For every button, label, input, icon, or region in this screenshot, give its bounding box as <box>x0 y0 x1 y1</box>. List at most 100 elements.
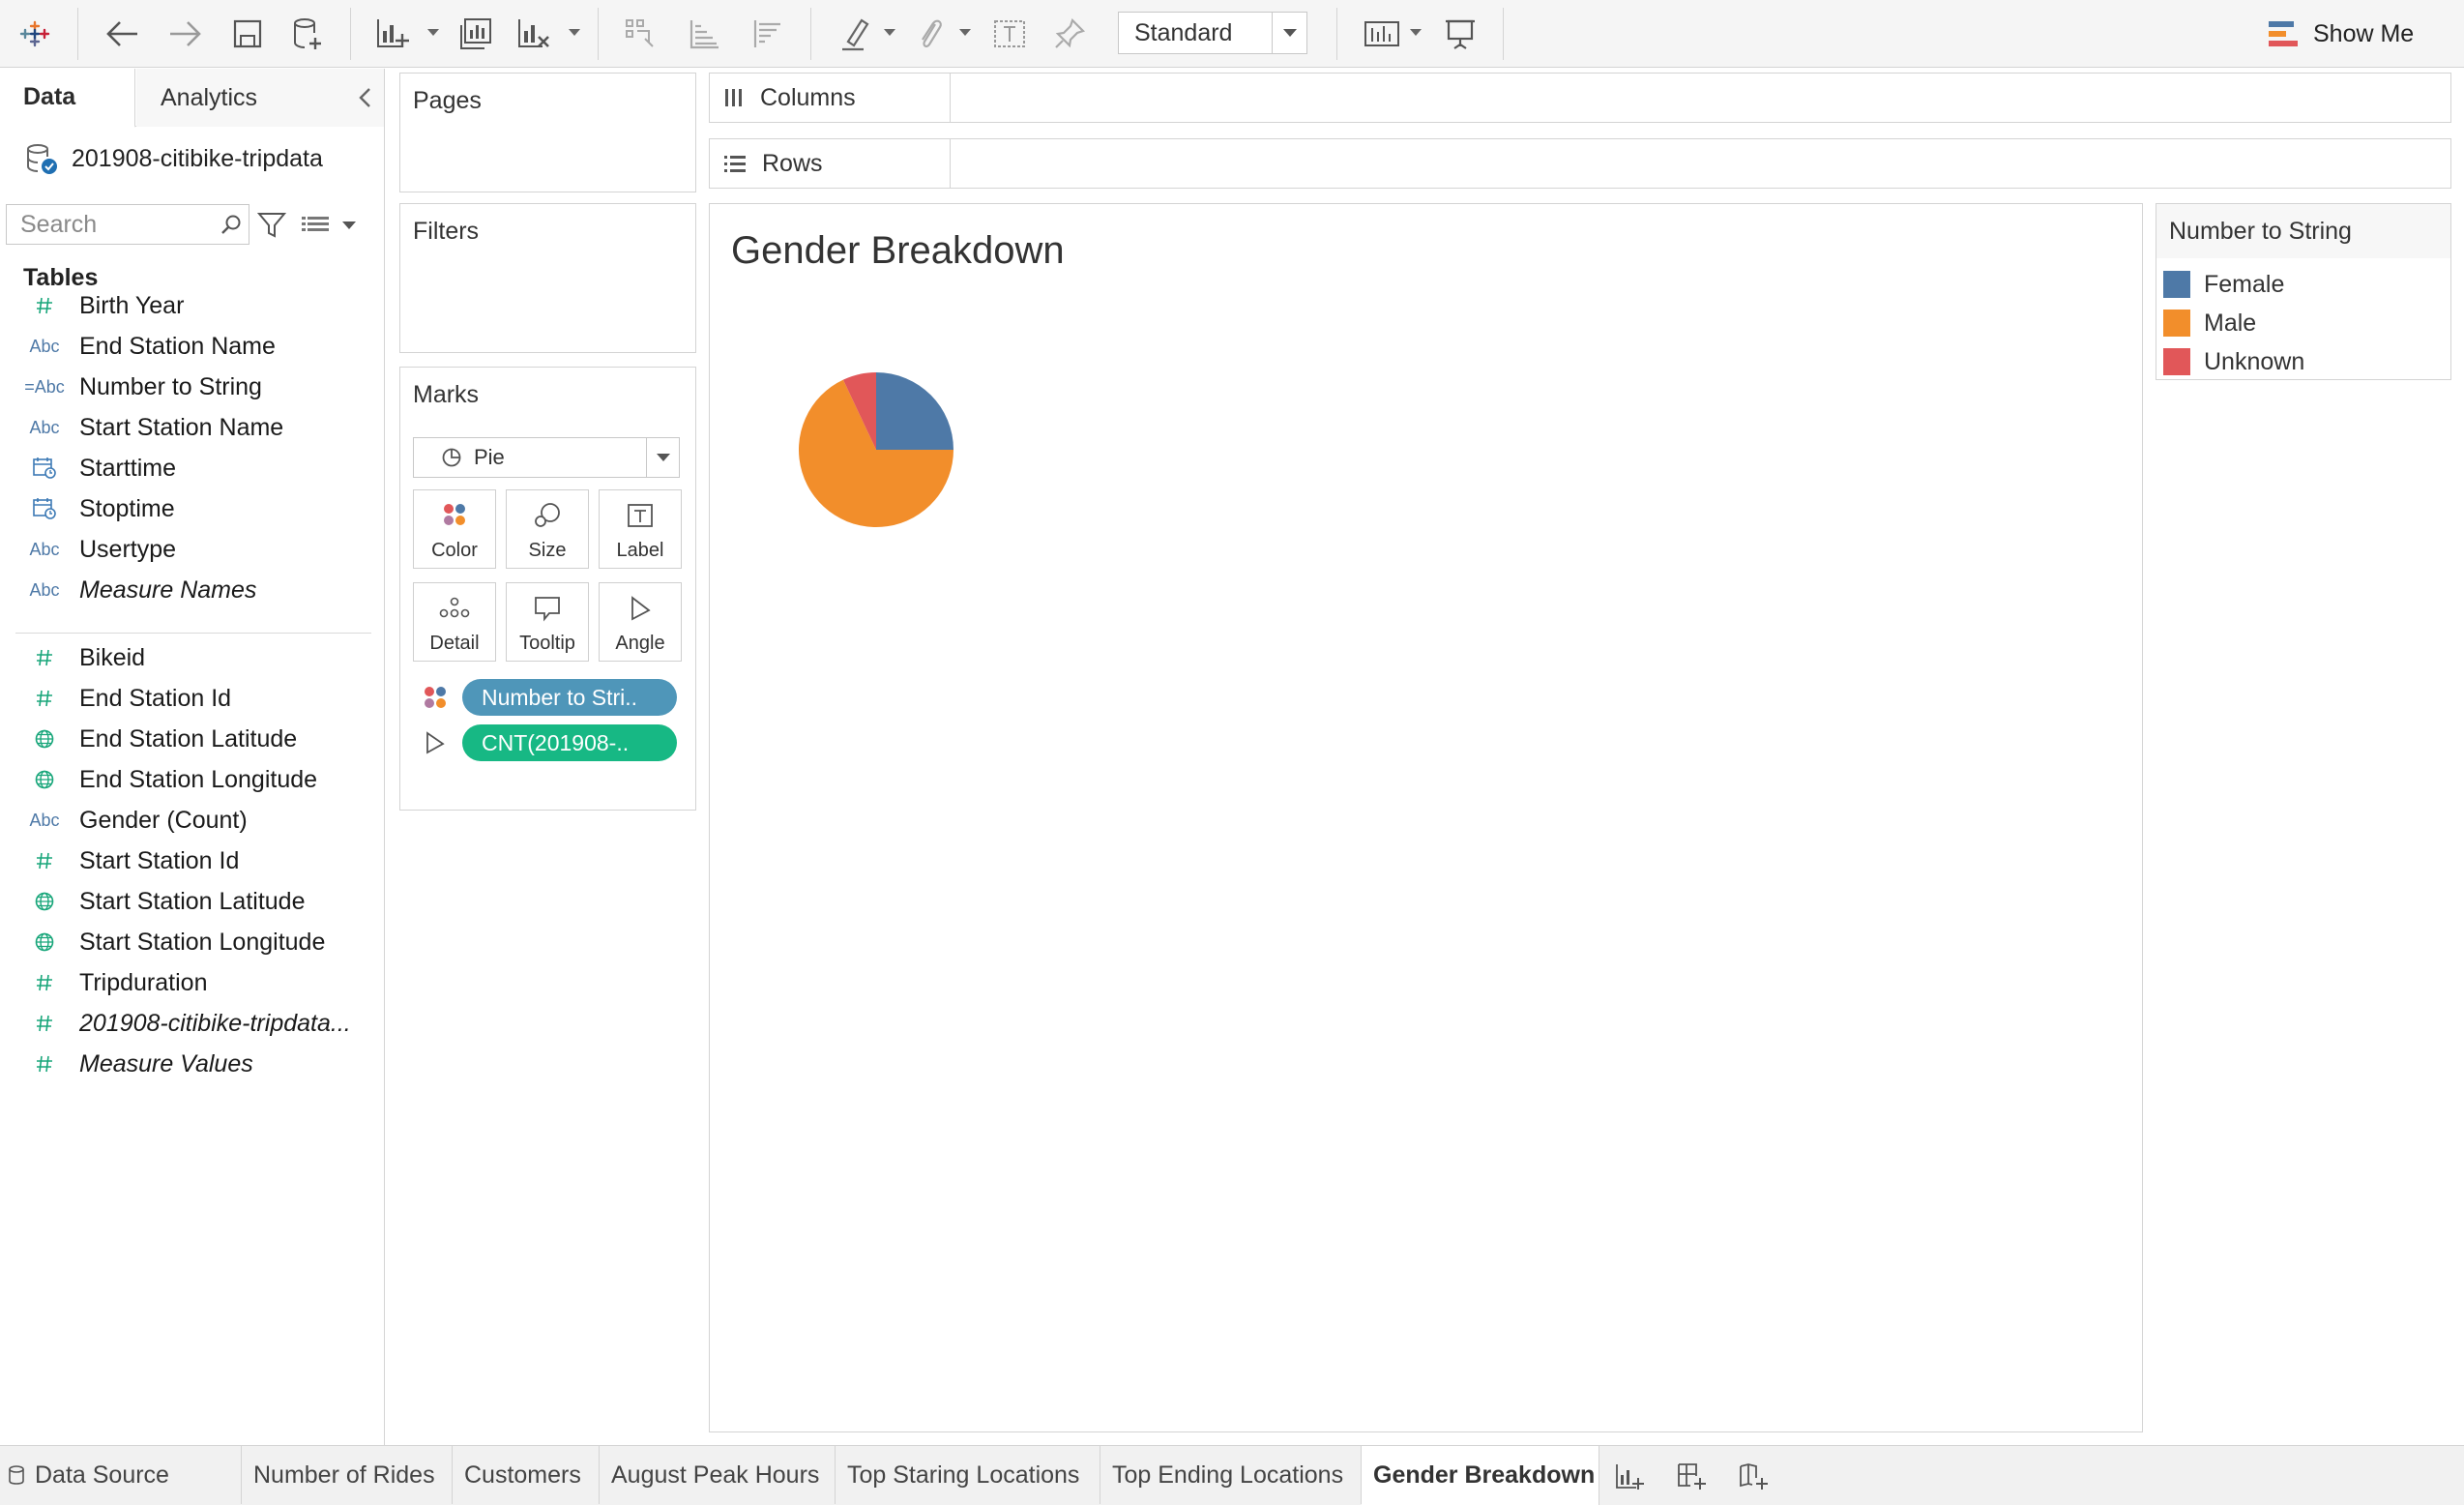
filters-shelf[interactable]: Filters <box>399 203 696 353</box>
tab-gender-breakdown[interactable]: Gender Breakdown <box>1362 1446 1599 1505</box>
field-item[interactable]: Abc Measure Names <box>0 570 384 610</box>
number-field-icon <box>0 851 79 871</box>
field-item[interactable]: =Abc Number to String <box>0 367 384 407</box>
legend-item-female[interactable]: Female <box>2163 267 2284 302</box>
search-icon[interactable] <box>214 214 249 235</box>
save-icon[interactable] <box>226 12 269 56</box>
tooltip-button[interactable]: Tooltip <box>506 582 589 662</box>
detail-button[interactable]: Detail <box>413 582 496 662</box>
sort-ascending-icon[interactable] <box>683 12 725 56</box>
view-options-button[interactable] <box>302 216 356 235</box>
field-item[interactable]: Bikeid <box>0 637 384 678</box>
field-item[interactable]: Measure Values <box>0 1044 384 1084</box>
color-field-pill[interactable]: Number to Stri.. <box>462 679 677 716</box>
tableau-logo-icon[interactable] <box>15 12 54 56</box>
color-icon <box>414 502 495 527</box>
field-item[interactable]: 201908-citibike-tripdata... <box>0 1003 384 1044</box>
field-item[interactable]: Start Station Latitude <box>0 881 384 922</box>
size-button[interactable]: Size <box>506 489 589 569</box>
field-name: Gender (Count) <box>79 806 248 834</box>
rows-shelf[interactable]: Rows <box>709 138 2451 189</box>
field-item[interactable]: Start Station Longitude <box>0 922 384 962</box>
pie-chart[interactable] <box>797 370 955 529</box>
tab-number-of-rides[interactable]: Number of Rides <box>242 1446 453 1504</box>
field-item[interactable]: Start Station Id <box>0 841 384 881</box>
collapse-pane-icon[interactable] <box>357 86 372 114</box>
field-item[interactable]: Abc Start Station Name <box>0 407 384 448</box>
chevron-down-icon[interactable] <box>569 29 580 36</box>
calculated-string-icon: =Abc <box>24 376 65 397</box>
tab-data-source[interactable]: Data Source <box>0 1446 242 1504</box>
field-item[interactable]: Abc End Station Name <box>0 326 384 367</box>
columns-shelf-label: Columns <box>760 83 856 111</box>
text-label-icon[interactable] <box>988 12 1031 56</box>
tab-analytics[interactable]: Analytics <box>136 69 384 127</box>
number-field-icon <box>0 689 79 708</box>
detail-icon <box>414 595 495 620</box>
tab-data[interactable]: Data <box>0 69 135 128</box>
tab-top-ending-locations[interactable]: Top Ending Locations <box>1100 1446 1362 1504</box>
field-item[interactable]: End Station Id <box>0 678 384 719</box>
tab-august-peak-hours[interactable]: August Peak Hours <box>600 1446 836 1504</box>
new-worksheet-icon[interactable] <box>371 12 414 56</box>
color-button[interactable]: Color <box>413 489 496 569</box>
field-item[interactable]: Birth Year <box>0 285 384 326</box>
field-name: Start Station Id <box>79 846 240 874</box>
new-dashboard-icon[interactable] <box>1673 1458 1712 1496</box>
angle-button[interactable]: Angle <box>599 582 682 662</box>
sort-descending-icon[interactable] <box>747 12 789 56</box>
chevron-down-icon[interactable] <box>427 29 439 36</box>
columns-shelf[interactable]: Columns <box>709 73 2451 123</box>
search-input[interactable] <box>7 206 214 243</box>
chevron-down-icon[interactable] <box>1410 29 1422 36</box>
paperclip-icon[interactable] <box>909 12 952 56</box>
legend-title[interactable]: Number to String <box>2156 204 2450 258</box>
field-item[interactable]: End Station Longitude <box>0 759 384 800</box>
new-worksheet-icon[interactable] <box>1611 1458 1650 1496</box>
tooltip-icon <box>507 595 588 622</box>
field-item[interactable]: Starttime <box>0 448 384 488</box>
search-field[interactable] <box>6 204 249 245</box>
show-me-button[interactable]: Show Me <box>2267 14 2414 54</box>
label-icon <box>600 502 681 529</box>
forward-arrow-icon[interactable] <box>164 12 207 56</box>
fit-select[interactable]: Standard <box>1118 12 1307 54</box>
legend-item-unknown[interactable]: Unknown <box>2163 344 2304 379</box>
highlight-pen-icon[interactable] <box>834 12 876 56</box>
pie-slice-female[interactable] <box>876 372 953 450</box>
back-arrow-icon[interactable] <box>101 12 143 56</box>
field-item[interactable]: Stoptime <box>0 488 384 529</box>
chevron-down-icon[interactable] <box>884 29 895 36</box>
angle-field-pill[interactable]: CNT(201908-.. <box>462 724 677 761</box>
worksheet-view: Gender Breakdown <box>709 203 2143 1432</box>
field-name: Measure Names <box>79 575 257 604</box>
clear-sheet-icon[interactable] <box>513 12 555 56</box>
new-datasource-icon[interactable] <box>286 12 329 56</box>
filter-icon[interactable] <box>256 212 287 244</box>
presentation-mode-icon[interactable] <box>1439 12 1481 56</box>
tab-customers[interactable]: Customers <box>453 1446 600 1504</box>
datasource-item[interactable]: 201908-citibike-tripdata <box>25 136 323 181</box>
pages-shelf[interactable]: Pages <box>399 73 696 192</box>
field-name: End Station Id <box>79 684 232 712</box>
duplicate-sheet-icon[interactable] <box>455 12 497 56</box>
pane-tabs: Data Analytics <box>0 69 384 128</box>
legend-item-male[interactable]: Male <box>2163 306 2256 340</box>
field-item[interactable]: Tripduration <box>0 962 384 1003</box>
chevron-down-icon[interactable] <box>959 29 971 36</box>
field-item[interactable]: Abc Gender (Count) <box>0 800 384 841</box>
chevron-down-icon[interactable] <box>1272 13 1306 53</box>
new-story-icon[interactable] <box>1735 1458 1774 1496</box>
mark-type-select[interactable]: Pie <box>413 437 680 478</box>
show-cards-icon[interactable] <box>1358 12 1406 56</box>
group-members-icon[interactable] <box>619 12 661 56</box>
angle-button-label: Angle <box>615 633 665 654</box>
legend-item-label: Female <box>2204 270 2285 298</box>
pin-icon[interactable] <box>1048 12 1091 56</box>
field-item[interactable]: End Station Latitude <box>0 719 384 759</box>
tab-top-staring-locations[interactable]: Top Staring Locations <box>836 1446 1100 1504</box>
marks-card: Marks Pie Color Size Label Detail Toolti… <box>399 367 696 811</box>
chevron-down-icon[interactable] <box>646 438 679 477</box>
field-item[interactable]: Abc Usertype <box>0 529 384 570</box>
label-button[interactable]: Label <box>599 489 682 569</box>
